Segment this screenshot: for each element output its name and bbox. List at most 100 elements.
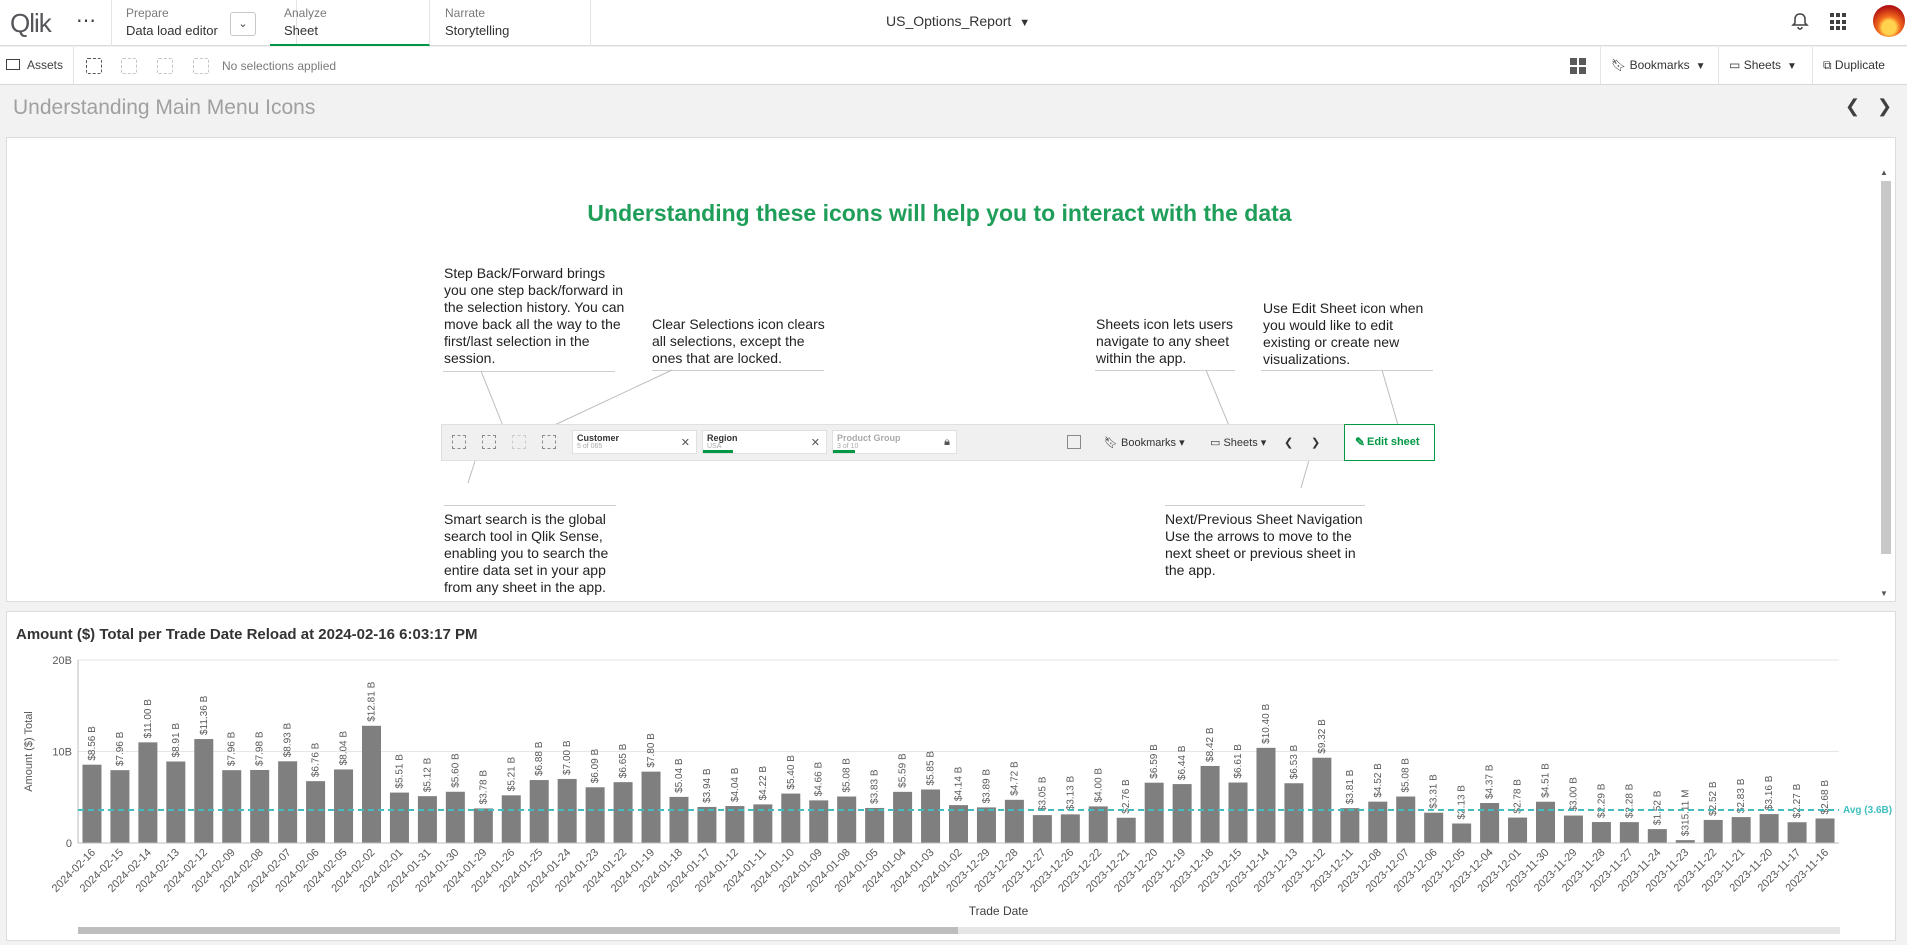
- smart-search-icon[interactable]: [86, 58, 102, 74]
- chart-bar[interactable]: [194, 739, 214, 843]
- chart-bar[interactable]: [669, 796, 689, 843]
- chart-bar[interactable]: [166, 761, 186, 843]
- chart-bar[interactable]: [1368, 801, 1388, 843]
- nav-tab-narrate[interactable]: Narrate Storytelling: [431, 0, 591, 46]
- more-options-icon[interactable]: ⋯: [76, 8, 96, 33]
- scroll-up-icon[interactable]: ▲: [1880, 168, 1888, 177]
- scroll-down-icon[interactable]: ▼: [1880, 589, 1888, 598]
- chart-bar[interactable]: [82, 764, 102, 843]
- data-label: $10.40 B: [1261, 703, 1272, 743]
- pencil-icon: ✎: [1355, 435, 1366, 449]
- app-title-dropdown[interactable]: US_Options_Report ▼: [886, 13, 1030, 29]
- chart-bar[interactable]: [1312, 757, 1332, 843]
- chart-bar[interactable]: [837, 796, 857, 843]
- data-label: $2.13 B: [1457, 785, 1468, 820]
- chart-bar[interactable]: [921, 789, 941, 843]
- chart-bar[interactable]: [1228, 782, 1248, 843]
- chart-bar[interactable]: [893, 791, 913, 843]
- chart-bar[interactable]: [361, 725, 382, 843]
- chart-bar[interactable]: [278, 761, 298, 843]
- chart-bar[interactable]: [529, 780, 549, 843]
- chart-bar[interactable]: [1004, 799, 1024, 843]
- chart-bar[interactable]: [1116, 817, 1136, 843]
- chart-bar[interactable]: [1563, 815, 1583, 843]
- chart-bar[interactable]: [417, 796, 437, 843]
- pill-customer-count: 5 of 065: [577, 443, 603, 450]
- chart-bar[interactable]: [389, 792, 409, 843]
- chart-bar[interactable]: [222, 770, 242, 843]
- notifications-bell-icon[interactable]: [1791, 12, 1809, 30]
- chart-bar[interactable]: [1172, 784, 1192, 843]
- chart-bar[interactable]: [110, 770, 130, 843]
- chart-bar[interactable]: [781, 793, 801, 843]
- chart-bar[interactable]: [1088, 806, 1108, 843]
- chart-bar[interactable]: [1759, 814, 1779, 843]
- chart-bar[interactable]: [1619, 822, 1639, 843]
- chart-bar[interactable]: [725, 806, 745, 843]
- sheets-label: Sheets: [1743, 58, 1782, 72]
- chart-bar[interactable]: [1200, 765, 1220, 843]
- duplicate-button[interactable]: ⧉ Duplicate: [1812, 47, 1907, 84]
- chart-bar[interactable]: [641, 771, 661, 843]
- chart-bar[interactable]: [1731, 817, 1751, 843]
- chart-bar[interactable]: [1060, 814, 1080, 843]
- chart-bar[interactable]: [334, 769, 354, 843]
- bookmarks-button[interactable]: 🔖︎ Bookmarks ▼: [1600, 47, 1718, 84]
- chart-bar[interactable]: [1591, 822, 1611, 843]
- data-label: $5.08 B: [842, 758, 853, 793]
- chart-bar[interactable]: [1815, 818, 1835, 843]
- mock-bookmarks: 🔖︎ Bookmarks ▾: [1104, 437, 1185, 449]
- chart-bar[interactable]: [1340, 808, 1360, 843]
- data-label: $315.11 M: [1680, 790, 1691, 837]
- bar-chart[interactable]: 20B10B0Amount ($) Total $8.56 B2024-02-16…: [7, 612, 1895, 942]
- chart-bar[interactable]: [976, 807, 996, 843]
- chart-bar[interactable]: [1424, 812, 1444, 843]
- assets-button[interactable]: Assets: [0, 47, 74, 84]
- data-label: $2.76 B: [1121, 779, 1132, 814]
- step-back-icon: [121, 58, 137, 74]
- mock-bookmarks-label: Bookmarks: [1121, 437, 1177, 449]
- nav-tab-analyze[interactable]: Analyze Sheet: [270, 0, 430, 46]
- chart-bar[interactable]: [585, 787, 605, 843]
- sheets-button[interactable]: ▭ Sheets ▼: [1718, 47, 1812, 84]
- next-sheet-icon[interactable]: ❯: [1877, 96, 1892, 117]
- vertical-scrollbar[interactable]: ▲ ▼: [1878, 168, 1892, 598]
- chart-bar[interactable]: [613, 782, 633, 843]
- chart-bar[interactable]: [1144, 782, 1164, 843]
- chart-bar[interactable]: [473, 808, 493, 843]
- previous-sheet-icon[interactable]: ❮: [1845, 96, 1860, 117]
- data-label: $3.81 B: [1345, 769, 1356, 804]
- chart-bar[interactable]: [1787, 822, 1807, 843]
- chart-bar[interactable]: [306, 781, 326, 843]
- data-label: $8.56 B: [87, 726, 98, 761]
- chart-bar[interactable]: [1452, 823, 1472, 843]
- insights-grid-icon[interactable]: [1570, 58, 1586, 74]
- qlik-logo[interactable]: Qlik: [10, 8, 52, 39]
- chart-bar[interactable]: [1535, 801, 1556, 843]
- scrollbar-thumb[interactable]: [78, 927, 958, 934]
- user-avatar[interactable]: [1873, 5, 1905, 37]
- chart-bar[interactable]: [138, 742, 158, 843]
- horizontal-scrollbar[interactable]: [78, 927, 1840, 934]
- chart-bar[interactable]: [445, 791, 465, 843]
- chart-bar[interactable]: [1256, 747, 1276, 843]
- nav-tab-narrate-value: Storytelling: [445, 23, 510, 38]
- chart-bar[interactable]: [501, 795, 521, 843]
- chart-bar[interactable]: [1703, 819, 1723, 843]
- chart-bar[interactable]: [1284, 783, 1304, 843]
- scrollbar-thumb[interactable]: [1881, 181, 1891, 554]
- chart-bar[interactable]: [250, 769, 270, 843]
- callout-smart-search: Smart search is the global search tool i…: [444, 511, 609, 595]
- app-launcher-grid-icon[interactable]: [1830, 13, 1848, 31]
- data-label: $8.91 B: [171, 723, 182, 758]
- chart-bar[interactable]: [1396, 796, 1416, 843]
- chart-bar[interactable]: [809, 800, 829, 843]
- pill-region-name: Region: [707, 433, 738, 443]
- prepare-dropdown-button[interactable]: ⌄: [230, 12, 256, 36]
- chart-bar[interactable]: [1032, 815, 1052, 843]
- chart-bar[interactable]: [865, 807, 885, 843]
- chart-bar[interactable]: [1647, 829, 1667, 843]
- chart-bar[interactable]: [1508, 817, 1528, 843]
- chart-bar[interactable]: [1480, 803, 1500, 843]
- chart-bar[interactable]: [697, 806, 717, 843]
